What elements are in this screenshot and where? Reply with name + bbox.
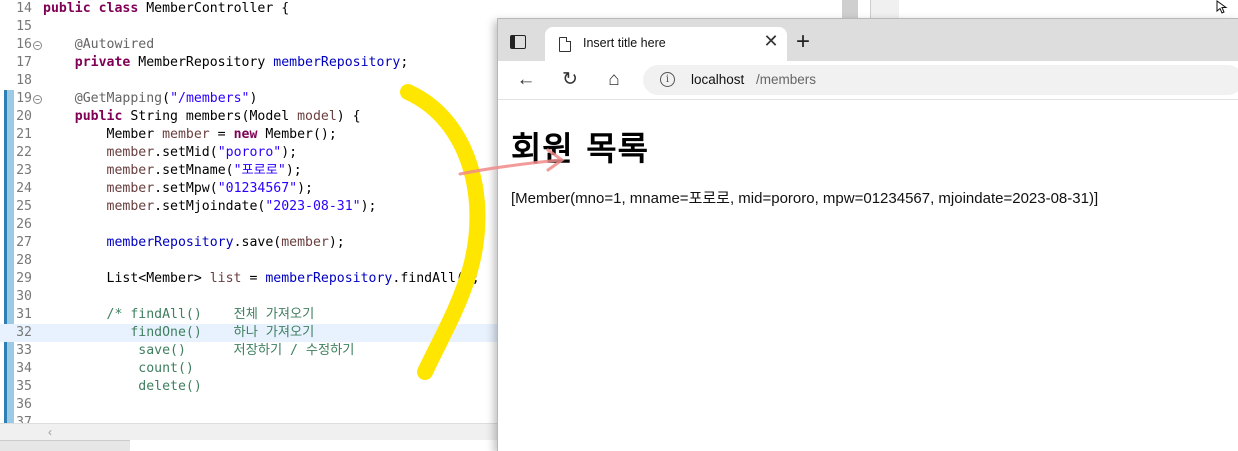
line-number: 23 — [16, 163, 32, 178]
code-line[interactable]: 23 member.setMname("포로로"); — [0, 162, 500, 180]
line-number: 33 — [16, 343, 32, 358]
line-number: 35 — [16, 379, 32, 394]
line-number: 27 — [16, 235, 32, 250]
page-heading: 회원 목록 — [511, 129, 649, 168]
code-line[interactable]: 18 — [0, 72, 500, 90]
code-text: memberRepository.save(member); — [106, 235, 345, 250]
ide-side-panel — [870, 0, 899, 18]
code-line[interactable]: 24 member.setMpw("01234567"); — [0, 180, 500, 198]
code-text: /* findAll() 전체 가져오기 — [106, 307, 315, 322]
url-host: localhost — [691, 72, 745, 87]
code-text: count() — [138, 361, 194, 376]
code-text: member.setMpw("01234567"); — [106, 181, 313, 196]
line-number: 18 — [16, 73, 32, 88]
code-line[interactable]: 15 — [0, 18, 500, 36]
line-number: 24 — [16, 181, 32, 196]
line-number: 29 — [16, 271, 32, 286]
back-icon[interactable]: ← — [515, 69, 537, 91]
code-line[interactable]: 36 — [0, 396, 500, 414]
line-number: 16 — [16, 37, 32, 52]
code-line[interactable]: 22 member.setMid("pororo"); — [0, 144, 500, 162]
fold-toggle-icon[interactable]: − — [33, 95, 42, 104]
line-number: 22 — [16, 145, 32, 160]
code-line[interactable]: 35 delete() — [0, 378, 500, 396]
line-number: 32 — [16, 325, 32, 340]
line-number: 20 — [16, 109, 32, 124]
code-line[interactable]: 14 public class MemberController { — [0, 0, 500, 18]
line-number: 26 — [16, 217, 32, 232]
code-text: delete() — [138, 379, 202, 394]
line-number: 25 — [16, 199, 32, 214]
code-line[interactable]: 30 — [0, 288, 500, 306]
code-text: List<Member> list = memberRepository.fin… — [43, 271, 480, 286]
code-text: public String members(Model model) { — [74, 109, 361, 124]
code-line[interactable]: 26 — [0, 216, 500, 234]
tab-actions-icon[interactable] — [510, 35, 526, 49]
line-number: 30 — [16, 289, 32, 304]
code-text: member.setMid("pororo"); — [106, 145, 298, 160]
code-line[interactable]: 34 count() — [0, 360, 500, 378]
code-text: member.setMname("포로로"); — [106, 163, 302, 178]
line-number: 14 — [16, 1, 32, 16]
line-number: 17 — [16, 55, 32, 70]
line-number: 28 — [16, 253, 32, 268]
line-number: 21 — [16, 127, 32, 142]
code-line[interactable]: 28 — [0, 252, 500, 270]
reload-icon[interactable]: ↻ — [559, 69, 581, 91]
tab-insert-title[interactable]: Insert title here ✕ — [545, 27, 787, 61]
code-line[interactable]: 25 member.setMjoindate("2023-08-31"); — [0, 198, 500, 216]
fold-toggle-icon[interactable]: − — [33, 41, 42, 50]
browser-toolbar: ← ↻ ⌂ i localhost /members — [498, 61, 1238, 100]
code-line[interactable]: 16− @Autowired — [0, 36, 500, 54]
horizontal-scrollbar[interactable]: ‹ — [0, 423, 500, 440]
code-text: @Autowired — [74, 37, 155, 52]
code-line[interactable]: 31 /* findAll() 전체 가져오기 — [0, 306, 500, 324]
code-line[interactable]: 21 Member member = new Member(); — [0, 126, 500, 144]
code-text: Member member = new Member(); — [43, 127, 337, 142]
code-line[interactable]: 20 public String members(Model model) { — [0, 108, 500, 126]
code-text: @GetMapping("/members") — [74, 91, 258, 106]
line-number: 19 — [16, 91, 32, 106]
code-line[interactable]: 17 private MemberRepository memberReposi… — [0, 54, 500, 72]
code-text: public class MemberController { — [43, 1, 290, 16]
code-line[interactable]: 27 memberRepository.save(member); — [0, 234, 500, 252]
code-text: save() 저장하기 / 수정하기 — [138, 343, 355, 358]
line-number: 15 — [16, 19, 32, 34]
home-icon[interactable]: ⌂ — [603, 69, 625, 91]
url-path: /members — [756, 72, 817, 87]
code-line[interactable]: 32 findOne() 하나 가져오기 — [0, 324, 500, 342]
member-list-text: [Member(mno=1, mname=포로로, mid=pororo, mp… — [511, 190, 1099, 207]
code-line[interactable]: 19− @GetMapping("/members") — [0, 90, 500, 108]
line-number: 36 — [16, 397, 32, 412]
address-bar[interactable]: i localhost /members — [643, 65, 1238, 95]
scroll-left-icon[interactable]: ‹ — [43, 424, 57, 440]
ide-vertical-scrollbar[interactable] — [842, 0, 858, 18]
code-editor[interactable]: 14 public class MemberController {15 16− @… — [0, 0, 500, 450]
new-tab-button[interactable]: + — [792, 30, 814, 54]
tab-title: Insert title here — [583, 36, 666, 50]
close-icon[interactable]: ✕ — [763, 32, 779, 50]
code-text: findOne() 하나 가져오기 — [130, 325, 315, 340]
page-content: 회원 목록 [Member(mno=1, mname=포로로, mid=poro… — [498, 100, 1238, 451]
code-text: member.setMjoindate("2023-08-31"); — [106, 199, 377, 214]
code-text: private MemberRepository memberRepositor… — [74, 55, 409, 70]
bottom-panel-tab[interactable] — [0, 440, 130, 451]
line-number: 31 — [16, 307, 32, 322]
tab-strip: Insert title here ✕ + — [498, 19, 1238, 61]
browser-window: Insert title here ✕ + ← ↻ ⌂ i localhost … — [497, 18, 1238, 451]
mouse-cursor-icon — [1216, 0, 1228, 14]
page-icon — [559, 37, 571, 52]
line-number: 34 — [16, 361, 32, 376]
code-line[interactable]: 33 save() 저장하기 / 수정하기 — [0, 342, 500, 360]
info-icon[interactable]: i — [660, 72, 675, 87]
code-line[interactable]: 29 List<Member> list = memberRepository.… — [0, 270, 500, 288]
